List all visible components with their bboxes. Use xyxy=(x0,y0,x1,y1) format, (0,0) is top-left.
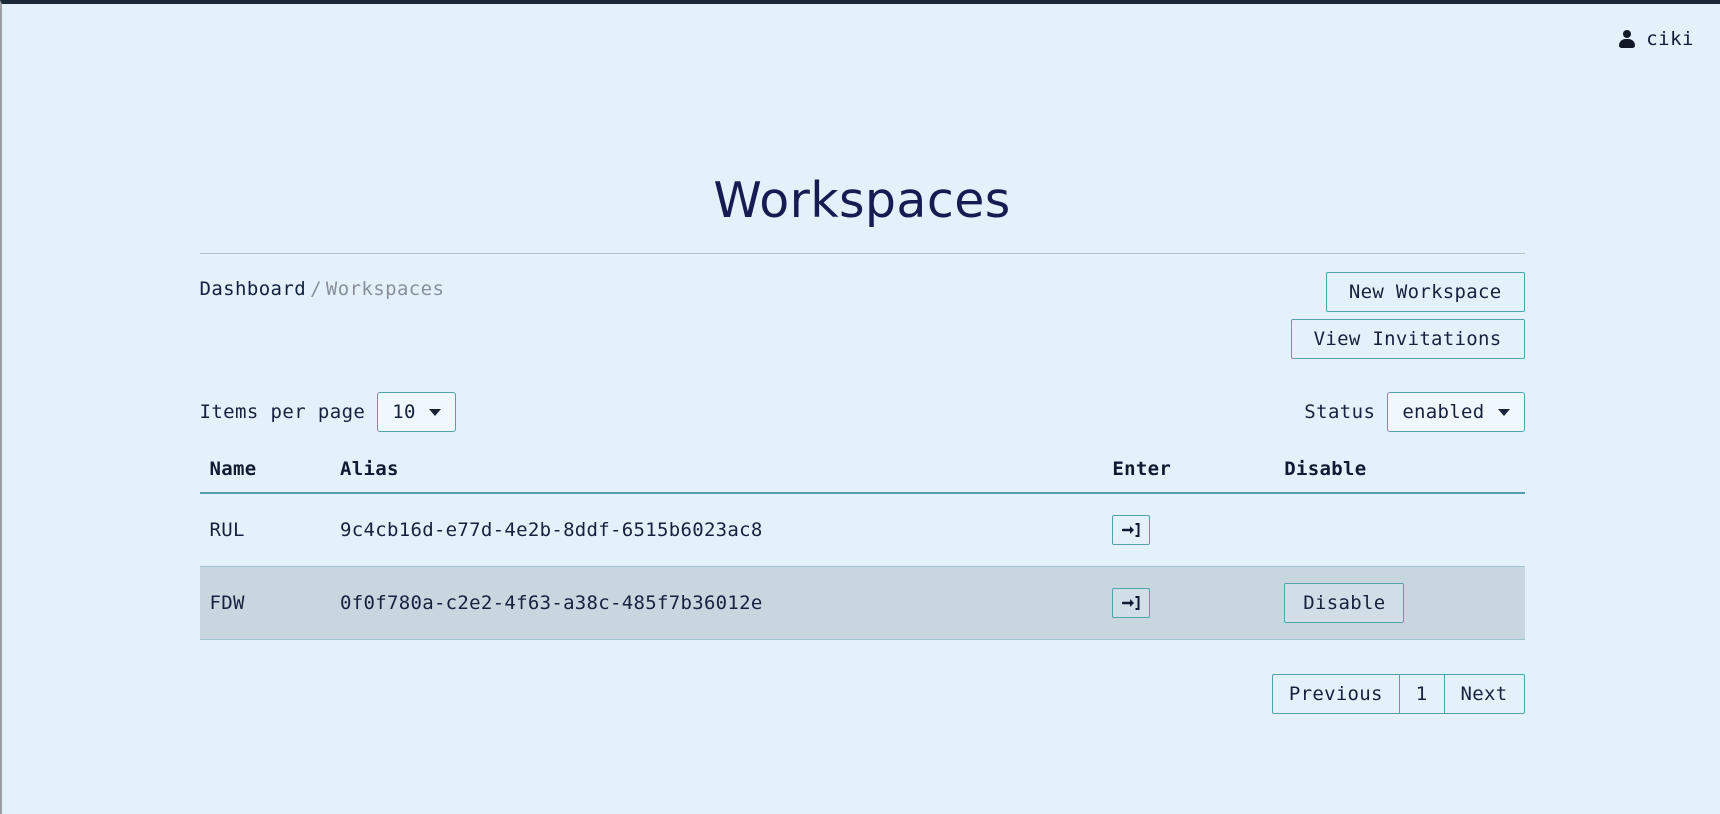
status-filter-control: Status enabled xyxy=(1304,392,1525,432)
table-body: RUL 9c4cb16d-e77d-4e2b-8ddf-6515b6023ac8 xyxy=(199,493,1525,640)
column-header-disable: Disable xyxy=(1274,458,1525,494)
breadcrumb-item-dashboard[interactable]: Dashboard xyxy=(200,278,307,300)
status-label: Status xyxy=(1304,401,1376,423)
page-title: Workspaces xyxy=(713,172,1011,229)
view-invitations-button[interactable]: View Invitations xyxy=(1290,319,1525,359)
pagination-page-1-button[interactable]: 1 xyxy=(1398,674,1445,714)
column-header-alias: Alias xyxy=(330,458,1103,494)
enter-workspace-button[interactable] xyxy=(1112,588,1151,618)
cell-name: FDW xyxy=(199,566,331,640)
browser-viewport: ciki Workspaces Dashboard / Workspaces New… xyxy=(0,0,1720,814)
cell-disable xyxy=(1274,493,1525,567)
pager-group: Previous 1 Next xyxy=(1271,674,1525,714)
cell-alias: 9c4cb16d-e77d-4e2b-8ddf-6515b6023ac8 xyxy=(330,493,1103,567)
status-select[interactable]: enabled xyxy=(1387,392,1525,432)
chevron-down-icon xyxy=(428,408,441,416)
pagination-previous-button[interactable]: Previous xyxy=(1271,674,1400,714)
page-container: Workspaces Dashboard / Workspaces New Work… xyxy=(2,4,1720,714)
new-workspace-button[interactable]: New Workspace xyxy=(1325,272,1525,312)
table-header-row: Name Alias Enter Disable xyxy=(199,458,1525,494)
items-per-page-select[interactable]: 10 xyxy=(377,392,456,432)
breadcrumb-separator: / xyxy=(310,278,322,300)
pagination: Previous 1 Next xyxy=(200,674,1525,714)
sign-in-icon xyxy=(1122,522,1140,538)
page-content: Dashboard / Workspaces New Workspace View … xyxy=(199,254,1525,714)
disable-workspace-button[interactable]: Disable xyxy=(1284,583,1405,623)
table-row: FDW 0f0f780a-c2e2-4f63-a38c-485f7b36012e xyxy=(199,566,1525,640)
action-buttons: New Workspace View Invitations xyxy=(1290,272,1525,359)
chevron-down-icon xyxy=(1497,408,1510,416)
column-header-name: Name xyxy=(199,458,331,494)
table-header: Name Alias Enter Disable xyxy=(199,458,1525,494)
workspaces-table: Name Alias Enter Disable RUL 9c4cb16d-e7… xyxy=(199,458,1525,640)
breadcrumb-action-row: Dashboard / Workspaces New Workspace View … xyxy=(200,254,1525,364)
table-row: RUL 9c4cb16d-e77d-4e2b-8ddf-6515b6023ac8 xyxy=(199,493,1525,567)
cell-enter xyxy=(1102,566,1275,640)
items-per-page-control: Items per page 10 xyxy=(200,392,456,432)
breadcrumb: Dashboard / Workspaces xyxy=(200,278,445,300)
table-controls-row: Items per page 10 Status enabled xyxy=(200,392,1525,456)
sign-in-icon xyxy=(1122,595,1140,611)
cell-name: RUL xyxy=(199,493,331,567)
cell-disable: Disable xyxy=(1274,566,1525,640)
items-per-page-label: Items per page xyxy=(199,401,366,423)
column-header-enter: Enter xyxy=(1102,458,1275,494)
status-value: enabled xyxy=(1402,401,1485,423)
pagination-next-button[interactable]: Next xyxy=(1443,674,1525,714)
items-per-page-value: 10 xyxy=(392,401,416,423)
cell-alias: 0f0f780a-c2e2-4f63-a38c-485f7b36012e xyxy=(330,566,1103,640)
enter-workspace-button[interactable] xyxy=(1112,515,1151,545)
breadcrumb-item-workspaces: Workspaces xyxy=(325,278,445,300)
cell-enter xyxy=(1102,493,1275,567)
